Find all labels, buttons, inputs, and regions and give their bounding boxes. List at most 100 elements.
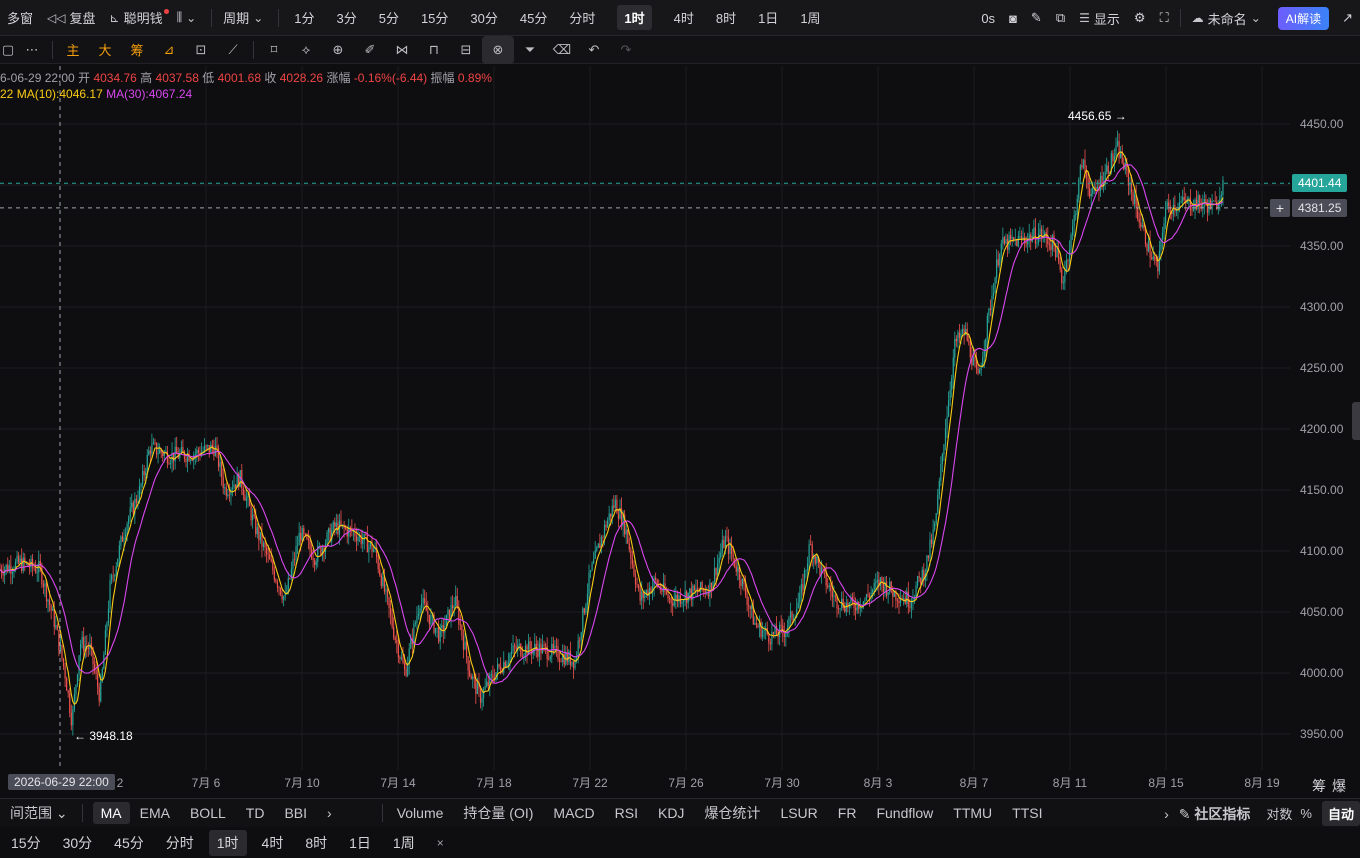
candle-body xyxy=(1068,249,1071,262)
bookmark-icon[interactable]: ⌑ xyxy=(258,36,290,64)
bottom-interval-tab[interactable]: 8时 xyxy=(294,833,338,853)
sub-indicator[interactable]: Fundflow xyxy=(866,805,943,821)
trash-icon[interactable]: ⌫ xyxy=(546,36,578,64)
indicator-td[interactable]: TD xyxy=(236,805,275,821)
candle-body xyxy=(498,664,500,667)
interval-tab[interactable]: 分时 xyxy=(558,0,606,36)
candle-body xyxy=(386,589,389,598)
hide-drawings-icon[interactable]: ⊟ xyxy=(450,36,482,64)
chips-burst-label[interactable]: 筹爆 xyxy=(1312,776,1352,796)
candle-body xyxy=(1146,244,1148,252)
sub-indicator[interactable]: FR xyxy=(828,805,867,821)
interval-tab[interactable]: 4时 xyxy=(663,0,705,36)
display-button[interactable]: ☰ 显示 xyxy=(1072,0,1127,36)
share-icon[interactable]: ↗ xyxy=(1335,0,1360,36)
replay-button[interactable]: ◁◁ 复盘 xyxy=(40,0,102,36)
bottom-interval-tab[interactable]: 30分 xyxy=(52,833,104,853)
camera-icon[interactable]: ◙ xyxy=(1002,0,1024,36)
interval-tab[interactable]: 1周 xyxy=(789,0,831,36)
redo-icon[interactable]: ↷ xyxy=(610,36,642,64)
rectangle-icon[interactable]: ▢ xyxy=(0,36,16,64)
fullscreen-icon[interactable]: ⛶ xyxy=(1153,0,1176,36)
more-icon[interactable]: ⋯ xyxy=(16,36,48,64)
chevron-right-icon[interactable]: › xyxy=(317,805,342,821)
indicator-ema[interactable]: EMA xyxy=(130,805,180,821)
period-dropdown[interactable]: 周期 ⌄ xyxy=(216,0,274,36)
bottom-interval-tab[interactable]: 45分 xyxy=(103,833,155,853)
candle-body xyxy=(126,524,128,534)
interval-tab[interactable]: 1分 xyxy=(283,0,325,36)
sub-indicator[interactable]: 持仓量 (OI) xyxy=(453,803,543,823)
sub-indicator[interactable]: LSUR xyxy=(770,805,827,821)
chevron-right-icon[interactable]: › xyxy=(1160,806,1173,822)
log-scale-toggle[interactable]: 对数 xyxy=(1256,804,1296,823)
compare-icon[interactable]: ⊡ xyxy=(185,36,217,64)
lock-icon[interactable]: ⊓ xyxy=(418,36,450,64)
sub-indicator[interactable]: Volume xyxy=(387,805,454,821)
edit-icon[interactable]: ⊿ xyxy=(153,36,185,64)
add-alert-icon[interactable]: + xyxy=(1270,199,1290,217)
candle-body xyxy=(515,646,517,650)
candle-body xyxy=(258,527,260,541)
sub-indicator[interactable]: RSI xyxy=(605,805,648,821)
bottom-interval-tab[interactable]: 1日 xyxy=(338,833,382,853)
side-panel-handle[interactable] xyxy=(1352,402,1360,440)
sub-indicator[interactable]: KDJ xyxy=(648,805,694,821)
candle-body xyxy=(754,623,756,625)
indicator-ma[interactable]: MA xyxy=(92,802,130,824)
bottom-interval-tab[interactable]: 分时 xyxy=(155,833,205,853)
candle-body xyxy=(864,599,866,602)
candle-body xyxy=(363,533,365,541)
sub-indicator[interactable]: TTMU xyxy=(943,805,1002,821)
interval-tab[interactable]: 5分 xyxy=(368,0,410,36)
interval-tab[interactable]: 1时 xyxy=(606,0,662,36)
pen-icon[interactable]: ✎ xyxy=(1024,0,1049,36)
interval-tab[interactable]: 45分 xyxy=(509,0,558,36)
price-chart[interactable]: 3950.00 4000.00 4050.00 4100.00 4150.00 4200.… xyxy=(0,66,1360,798)
auto-scale-toggle[interactable]: 自动 xyxy=(1321,801,1360,826)
candle-body xyxy=(231,488,234,490)
candle-body xyxy=(951,378,953,390)
indicator-boll[interactable]: BOLL xyxy=(180,805,236,821)
layout-dropdown[interactable]: ☁ 未命名 ⌄ xyxy=(1185,0,1272,36)
bottom-interval-tab[interactable]: 1时 xyxy=(208,830,247,856)
multi-window-button[interactable]: 多窗 xyxy=(0,0,40,36)
main-chart-toggle[interactable]: 主 xyxy=(57,36,89,64)
bottom-interval-tab[interactable]: 1周 xyxy=(382,833,426,853)
link-icon[interactable]: ⊗ xyxy=(482,35,514,64)
ai-interpret-button[interactable]: AI解读 xyxy=(1277,6,1330,30)
community-indicators-button[interactable]: ✎ 社区指标 xyxy=(1173,804,1257,824)
zoom-icon[interactable]: ⊕ xyxy=(322,36,354,64)
sub-indicator[interactable]: 爆仓统计 xyxy=(694,803,770,823)
line-tool-icon[interactable]: ⟋ xyxy=(217,36,249,64)
ruler-icon[interactable]: ⟡ xyxy=(290,36,322,64)
percent-scale-toggle[interactable]: % xyxy=(1296,806,1316,821)
indicator-bbi[interactable]: BBI xyxy=(274,805,317,821)
list-icon: ☰ xyxy=(1079,11,1090,25)
time-range-dropdown[interactable]: 间范围 ⌄ xyxy=(0,803,78,823)
interval-tab[interactable]: 8时 xyxy=(705,0,747,36)
sub-indicator[interactable]: MACD xyxy=(543,805,604,821)
undo-icon[interactable]: ↶ xyxy=(578,36,610,64)
magnet-icon[interactable]: ⋈ xyxy=(386,36,418,64)
settings-icon[interactable]: ⚙ xyxy=(1127,0,1153,36)
candle-body xyxy=(1095,186,1097,190)
filter-icon[interactable]: ⏷ xyxy=(514,36,546,64)
brush-icon[interactable]: ✐ xyxy=(354,36,386,64)
interval-tab[interactable]: 15分 xyxy=(410,0,459,36)
candle-body xyxy=(1112,153,1114,162)
candle-body xyxy=(611,505,613,517)
big-order-toggle[interactable]: 大 xyxy=(89,36,121,64)
external-icon[interactable]: ⧉ xyxy=(1049,0,1072,36)
sub-indicator[interactable]: TTSI xyxy=(1002,805,1052,821)
chips-toggle[interactable]: 筹 xyxy=(121,36,153,64)
close-icon[interactable]: × xyxy=(426,836,455,850)
bottom-interval-tab[interactable]: 4时 xyxy=(251,833,295,853)
interval-tab[interactable]: 3分 xyxy=(325,0,367,36)
smart-money-button[interactable]: ⊾ 聪明钱 ⫼ ⌄ xyxy=(103,0,208,36)
candle-body xyxy=(44,583,46,587)
candle-body xyxy=(560,661,562,663)
interval-tab[interactable]: 1日 xyxy=(747,0,789,36)
bottom-interval-tab[interactable]: 15分 xyxy=(0,833,52,853)
interval-tab[interactable]: 30分 xyxy=(459,0,508,36)
